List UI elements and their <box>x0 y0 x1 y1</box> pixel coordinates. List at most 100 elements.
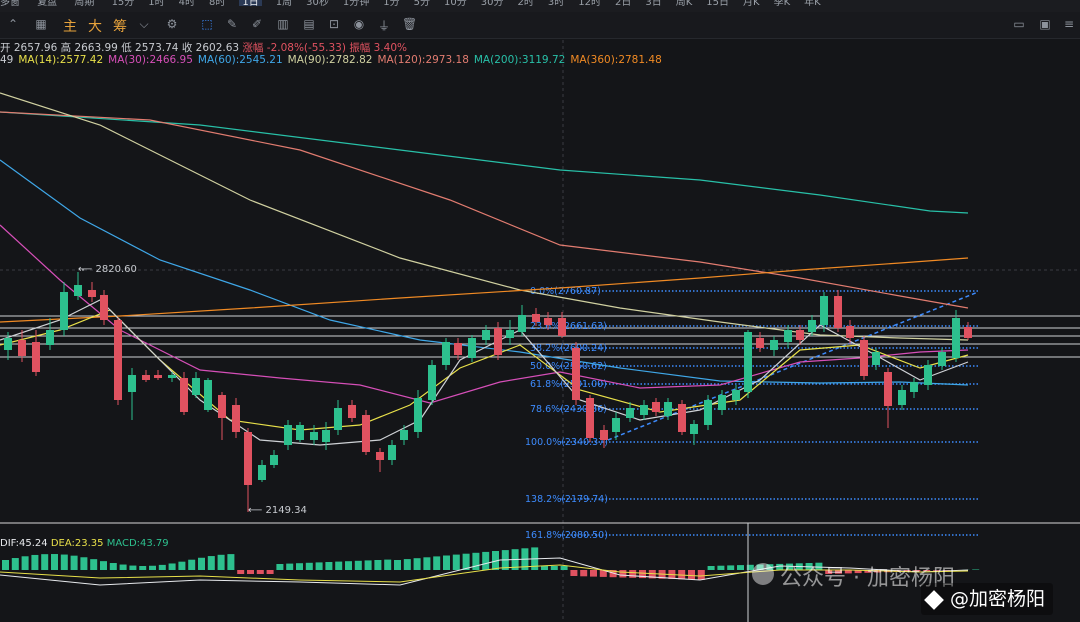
candle-body <box>128 375 136 392</box>
candle-body <box>296 425 304 440</box>
macd-histogram-bar <box>217 554 225 570</box>
candle-body <box>88 290 96 297</box>
macd-histogram-bar <box>345 561 352 570</box>
macd-histogram-bar <box>11 558 19 570</box>
author-badge: @加密杨阳 <box>921 583 1054 615</box>
macd-histogram-bar <box>423 557 431 570</box>
candle-body <box>518 315 526 332</box>
macd-histogram-bar <box>541 566 548 570</box>
fib-label: 50.0%(2550.62) <box>530 361 607 372</box>
macd-histogram-bar <box>109 563 117 570</box>
low-price-label: ⟵ 2149.34 <box>248 505 307 516</box>
candle-body <box>586 398 594 438</box>
candle-body <box>784 330 792 342</box>
candle-body <box>860 340 868 376</box>
candle-body <box>442 342 450 365</box>
candle-body <box>60 292 68 330</box>
candle-body <box>4 338 12 350</box>
candle-body <box>100 295 108 320</box>
candle-body <box>322 430 330 442</box>
macd-histogram-bar <box>256 570 264 574</box>
candle-body <box>428 365 436 400</box>
macd-histogram-bar <box>472 552 480 570</box>
macd-histogram-bar <box>374 560 382 570</box>
macd-histogram-bar <box>276 564 284 570</box>
macd-histogram-bar <box>149 565 156 570</box>
candle-body <box>284 425 292 445</box>
candle-body <box>258 465 266 480</box>
macd-histogram-bar <box>433 556 441 570</box>
high-price-label: ⟵ 2820.60 <box>78 264 137 275</box>
candle-body <box>362 415 370 452</box>
macd-histogram-bar <box>403 559 411 570</box>
candle-body <box>154 375 162 378</box>
macd-histogram-bar <box>188 559 196 570</box>
macd-value: MACD:43.79 <box>106 538 169 549</box>
ma60-line <box>0 159 969 386</box>
candle-body <box>796 330 804 340</box>
candle-body <box>938 352 946 366</box>
ma200-line <box>0 111 969 214</box>
macd-histogram-bar <box>590 570 597 577</box>
candle-body <box>232 405 240 432</box>
macd-histogram-bar <box>158 564 166 570</box>
candle-body <box>218 395 226 418</box>
macd-histogram-bar <box>168 563 176 570</box>
macd-histogram-bar <box>266 570 274 574</box>
candle-body <box>348 405 356 418</box>
candle-body <box>532 314 540 322</box>
macd-histogram-bar <box>619 570 627 578</box>
candle-body <box>204 380 212 410</box>
macd-histogram-bar <box>972 569 980 570</box>
macd-histogram-bar <box>198 557 205 570</box>
macd-histogram-bar <box>629 570 637 578</box>
macd-histogram-bar <box>354 560 362 570</box>
macd-histogram-bar <box>70 555 78 570</box>
fib-label: 38.2%(2600.24) <box>530 343 607 354</box>
candle-body <box>544 318 552 325</box>
macd-histogram-bar <box>717 565 725 570</box>
macd-histogram-bar <box>178 561 186 570</box>
candle-body <box>872 352 880 365</box>
candle-body <box>756 338 764 348</box>
macd-histogram-bar <box>100 561 107 570</box>
candle-body <box>704 400 712 425</box>
macd-histogram-bar <box>482 551 490 570</box>
candle-body <box>690 424 698 434</box>
candle-body <box>32 342 40 372</box>
macd-histogram-bar <box>737 565 744 570</box>
macd-histogram-bar <box>688 570 695 580</box>
ma120-line <box>0 111 969 309</box>
candle-body <box>310 432 318 440</box>
candle-body <box>924 365 932 385</box>
diamond-icon <box>924 589 944 610</box>
candle-body <box>732 390 740 400</box>
macd-histogram-bar <box>51 554 58 570</box>
macd-histogram-bar <box>227 554 235 570</box>
candle-body <box>964 327 972 338</box>
candle-body <box>334 408 342 430</box>
macd-histogram-bar <box>129 565 137 570</box>
macd-histogram-bar <box>237 570 245 574</box>
candle-body <box>270 455 278 465</box>
candle-body <box>482 330 490 340</box>
candle-body <box>770 340 778 350</box>
price-chart[interactable]: 0.0%(2760.87)23.6%(2661.63)38.2%(2600.24… <box>0 0 1080 622</box>
macd-histogram-bar <box>305 562 313 570</box>
macd-histogram-bar <box>315 562 323 570</box>
candle-body <box>652 402 660 412</box>
fib-label: 138.2%(2179.74) <box>525 494 608 505</box>
macd-histogram-bar <box>325 562 333 570</box>
candle-body <box>46 330 54 345</box>
dea-value: DEA:23.35 <box>50 538 104 549</box>
candle-body <box>808 320 816 332</box>
macd-histogram-bar <box>443 555 450 570</box>
candle-body <box>834 296 842 328</box>
macd-histogram-bar <box>413 558 421 570</box>
macd-histogram-bar <box>80 557 88 570</box>
wechat-icon <box>752 563 774 585</box>
candle-body <box>468 338 476 358</box>
fib-label: 100.0%(2340.37) <box>525 437 608 448</box>
macd-histogram-bar <box>296 563 303 570</box>
candle-body <box>626 408 634 418</box>
